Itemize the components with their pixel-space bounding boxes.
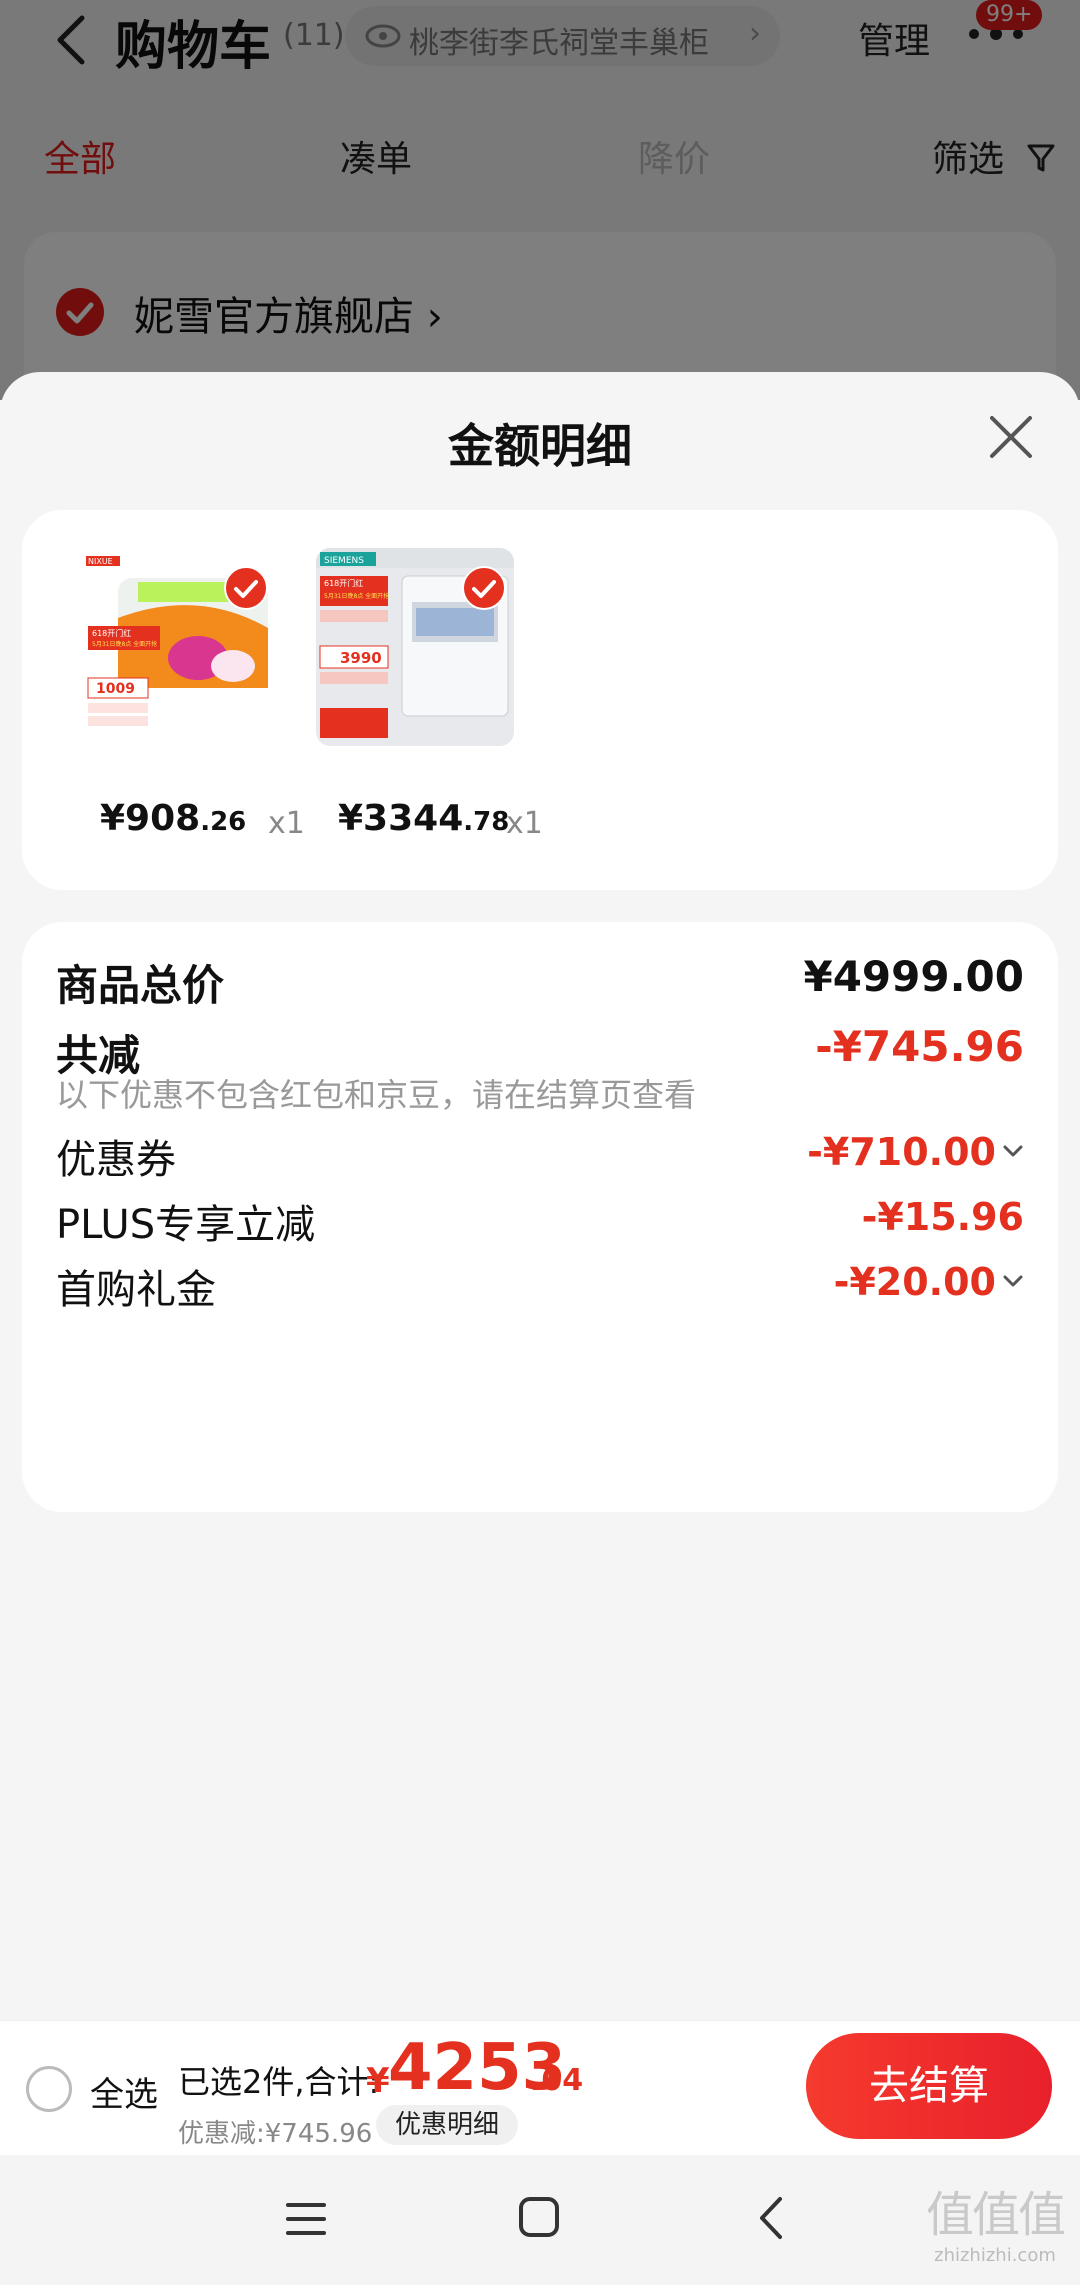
plus-discount-label: PLUS专享立减 [56, 1202, 316, 1248]
discount-total-value: -¥745.96 [815, 1022, 1024, 1071]
product-quantity: x1 [268, 806, 305, 841]
watermark-logo: 值值值 [925, 2187, 1066, 2243]
modal-overlay[interactable] [0, 0, 1080, 400]
product-price: ¥908.26 [100, 798, 247, 839]
total-currency: ¥ [366, 2061, 390, 2101]
home-icon[interactable] [517, 2195, 561, 2239]
freezer-tag-text: 5月31日晚8点 全面开抢 [92, 640, 157, 648]
dishwasher-promo-text: 618开门红 [324, 578, 363, 588]
product-check-icon[interactable] [462, 566, 506, 610]
back-icon[interactable] [756, 2195, 786, 2241]
checkout-button[interactable]: 去结算 [806, 2033, 1052, 2139]
freezer-promo-text: 618开门红 [92, 628, 131, 638]
watermark: 值值值 zhizhizhi.com [920, 2175, 1070, 2266]
product-quantity: x1 [506, 806, 543, 841]
discount-note: 以下优惠不包含红包和京豆，请在结算页查看 [56, 1076, 697, 1114]
product-price: ¥3344.78 [338, 798, 510, 839]
dishwasher-tag-text: 5月31日晚8点 全面开抢 [324, 592, 389, 600]
total-amount-cents: .04 [530, 2063, 584, 2098]
sheet-title: 金额明细 [448, 419, 632, 473]
first-purchase-label[interactable]: 首购礼金 [56, 1257, 216, 1315]
selected-products-card: NIXUE 618开门红 5月31日晚8点 全面开抢 1009 ¥908.26 … [22, 510, 1058, 890]
total-price-label: 商品总价 [56, 961, 225, 1010]
coupon-label[interactable]: 优惠券 [56, 1127, 176, 1185]
price-summary-card: 商品总价 ¥4999.00 共减 -¥745.96 以下优惠不包含红包和京豆，请… [22, 922, 1058, 1512]
first-purchase-value[interactable]: -¥20.00 [834, 1260, 996, 1304]
amount-detail-sheet: 金额明细 NIXUE 618开门红 5月31日晚8点 全面开抢 1009 ¥90… [0, 372, 1080, 2020]
coupon-value[interactable]: -¥710.00 [807, 1130, 996, 1174]
product-check-icon[interactable] [224, 566, 268, 610]
freezer-brand-text: NIXUE [88, 557, 113, 566]
checkout-bar: 全选 已选2件,合计: ¥ 4253 .04 优惠减:¥745.96 优惠明细 … [0, 2020, 1080, 2155]
chevron-down-icon[interactable] [1002, 1274, 1024, 1288]
select-all-label[interactable]: 全选 [90, 2067, 158, 2116]
watermark-url: zhizhizhi.com [934, 2245, 1056, 2266]
total-price-value: ¥4999.00 [803, 952, 1024, 1001]
selected-count-label: 已选2件,合计: [178, 2063, 380, 2101]
dishwasher-price-text: 3990 [340, 649, 382, 667]
plus-discount-value: -¥15.96 [861, 1195, 1024, 1239]
dishwasher-brand-text: SIEMENS [324, 556, 364, 566]
system-nav-bar: 值值值 zhizhizhi.com [0, 2155, 1080, 2285]
discount-detail-button[interactable]: 优惠明细 [376, 2105, 518, 2145]
recent-apps-icon[interactable] [284, 2199, 328, 2239]
chevron-down-icon[interactable] [1002, 1144, 1024, 1158]
close-icon[interactable] [988, 414, 1034, 460]
discount-summary: 优惠减:¥745.96 [178, 2119, 373, 2149]
select-all-radio[interactable] [26, 2066, 72, 2112]
freezer-price-text: 1009 [96, 681, 135, 697]
